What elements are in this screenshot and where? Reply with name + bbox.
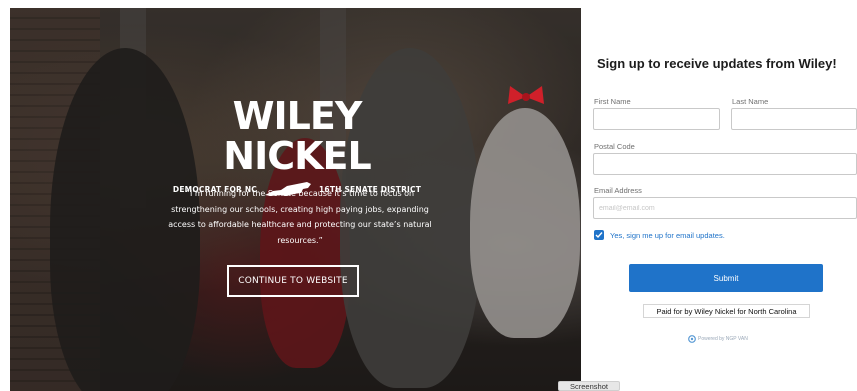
submit-button[interactable]: Submit	[629, 264, 823, 292]
checkmark-icon	[595, 232, 603, 239]
email-optin-label[interactable]: Yes, sign me up for email updates.	[610, 231, 725, 240]
email-label: Email Address	[594, 186, 642, 195]
signup-form: Sign up to receive updates from Wiley! F…	[584, 0, 857, 391]
email-field[interactable]	[593, 197, 857, 219]
campaign-logo: WILEY NICKEL DEMOCRAT FOR NC 16TH SENATE…	[162, 96, 432, 200]
email-optin-checkbox[interactable]	[594, 230, 604, 240]
ngp-van-logo-icon	[688, 335, 696, 343]
continue-to-website-button[interactable]: CONTINUE TO WEBSITE	[227, 265, 359, 297]
candidate-quote: “I’m running for the Senate because it’s…	[168, 189, 432, 245]
logo-name: WILEY NICKEL	[223, 94, 371, 178]
postal-code-field[interactable]	[593, 153, 857, 175]
screenshot-tooltip: Screenshot	[558, 381, 620, 391]
form-title: Sign up to receive updates from Wiley!	[597, 56, 837, 71]
hero-background: WILEY NICKEL DEMOCRAT FOR NC 16TH SENATE…	[10, 8, 581, 391]
first-name-label: First Name	[594, 97, 631, 106]
first-name-field[interactable]	[593, 108, 720, 130]
last-name-field[interactable]	[731, 108, 857, 130]
powered-by[interactable]: Powered by NGP VAN	[688, 335, 748, 343]
red-bow-icon	[508, 86, 544, 104]
paid-for-disclaimer: Paid for by Wiley Nickel for North Carol…	[643, 304, 810, 318]
powered-by-text: Powered by NGP VAN	[698, 336, 748, 342]
postal-code-label: Postal Code	[594, 142, 635, 151]
last-name-label: Last Name	[732, 97, 769, 106]
